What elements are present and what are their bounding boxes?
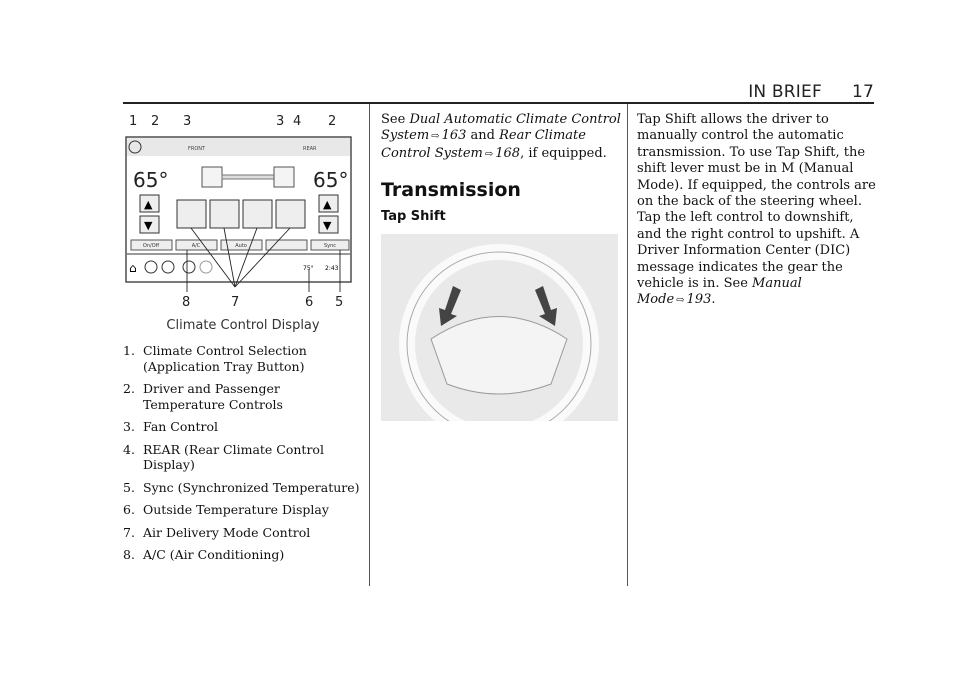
xref-arrow-icon: ⇨ (676, 295, 685, 307)
figure-caption: Climate Control Display (166, 318, 320, 333)
up-arrow-icon: ▲ (323, 198, 332, 211)
sync-label: Sync (324, 243, 336, 249)
down-arrow-icon: ▼ (323, 219, 332, 232)
recirc-button[interactable] (265, 239, 308, 251)
column-divider (369, 104, 370, 586)
tab-rear[interactable]: REAR (303, 146, 317, 152)
column-2: See Dual Automatic Climate Control Syste… (381, 112, 621, 422)
legend-item: 4. REAR (Rear Climate Control Display) (123, 441, 324, 473)
column-divider (627, 104, 628, 586)
clock: 2:43 (325, 265, 339, 272)
ac-label: A/C (192, 243, 201, 249)
callout: 7 (231, 295, 239, 310)
page-header: IN BRIEF 17 (748, 82, 874, 102)
mode-defrost-button[interactable] (275, 199, 306, 229)
callout: 6 (305, 295, 313, 310)
callout: 2 (328, 114, 336, 129)
callout: 2 (151, 114, 159, 129)
manual-page: IN BRIEF 17 1 2 3 3 4 2 FRONT REAR 65° 65… (0, 0, 960, 678)
callout: 3 (183, 114, 191, 129)
legend-item: 3. Fan Control (123, 419, 218, 434)
legend-item: 2. Driver and Passenger Temperature Contr… (123, 381, 283, 412)
header-rule (123, 102, 874, 104)
tab-bar (127, 138, 350, 156)
callout: 8 (182, 295, 190, 310)
tab-front[interactable]: FRONT (188, 146, 206, 152)
steering-wheel-hub (430, 316, 568, 395)
xref-arrow-icon: ⇨ (431, 131, 440, 143)
fan-high-button[interactable] (273, 166, 295, 188)
auto-label: Auto (235, 243, 247, 249)
fan-low-button[interactable] (201, 166, 223, 188)
legend-item: 1. Climate Control Selection (Application… (123, 343, 307, 374)
legend-item: 5. Sync (Synchronized Temperature) (123, 479, 360, 495)
callout: 3 (276, 114, 284, 129)
page-ref[interactable]: 193 (687, 292, 712, 307)
home-icon[interactable]: ⌂ (129, 261, 137, 275)
column-3: Tap Shift allows the driver to manually … (637, 112, 877, 310)
legend-list: 1. Climate Control Selection (Application… (123, 343, 363, 563)
legend-item: 8. A/C (Air Conditioning) (123, 547, 285, 562)
mode-floor-button[interactable] (209, 199, 240, 229)
subsection-heading: Tap Shift (381, 209, 446, 225)
page-ref[interactable]: 163 (442, 128, 467, 143)
xref-arrow-icon: ⇨ (484, 148, 494, 160)
page-ref[interactable]: 168 (495, 146, 520, 161)
section-title: IN BRIEF (748, 82, 822, 102)
passenger-temp: 65° (313, 168, 348, 192)
body-paragraph: Tap Shift allows the driver to manually … (637, 112, 876, 308)
column-1: 1 2 3 3 4 2 FRONT REAR 65° 65° ▲ ▼ ▲ ▼ O… (123, 110, 363, 570)
callout: 4 (293, 114, 301, 129)
driver-temp: 65° (133, 168, 168, 192)
outside-temp: 75° (303, 265, 314, 272)
fan-slider[interactable] (221, 174, 275, 180)
climate-control-figure: 1 2 3 3 4 2 FRONT REAR 65° 65° ▲ ▼ ▲ ▼ O… (125, 114, 352, 310)
see-also-paragraph: See Dual Automatic Climate Control Syste… (381, 112, 621, 161)
mode-vent-button[interactable] (176, 199, 207, 229)
page-number: 17 (851, 82, 874, 102)
onoff-label: On/Off (143, 243, 160, 249)
callout: 5 (335, 295, 343, 310)
mode-bilevel-button[interactable] (242, 199, 273, 229)
legend-item: 7. Air Delivery Mode Control (123, 524, 311, 540)
section-heading: Transmission (381, 179, 521, 202)
up-arrow-icon: ▲ (144, 198, 153, 211)
steering-wheel-illustration (381, 234, 618, 422)
legend-item: 6. Outside Temperature Display (123, 502, 329, 517)
callout: 1 (129, 114, 137, 129)
down-arrow-icon: ▼ (144, 219, 153, 232)
